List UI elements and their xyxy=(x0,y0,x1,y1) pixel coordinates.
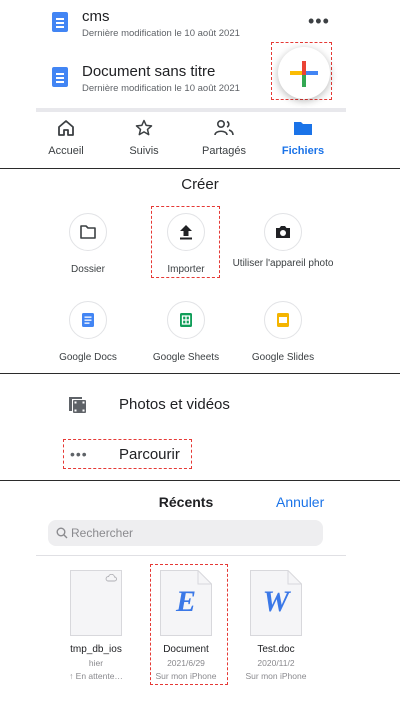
file-date: 2020/11/2 xyxy=(257,658,295,668)
option-label: Dossier xyxy=(71,264,105,275)
google-doc-icon xyxy=(52,67,68,87)
option-label: Google Sheets xyxy=(152,352,220,363)
google-doc-icon xyxy=(52,12,68,32)
search-separator xyxy=(36,555,346,556)
file-name: Document xyxy=(163,644,209,655)
folder-outline-icon xyxy=(80,225,96,239)
option-circle xyxy=(264,301,302,339)
option-circle xyxy=(69,213,107,251)
panel-divider xyxy=(0,373,400,374)
option-label: Google Docs xyxy=(59,352,117,363)
file-location: Sur mon iPhone xyxy=(155,671,217,681)
option-circle xyxy=(167,213,205,251)
file-title: Document sans titre xyxy=(82,63,216,80)
star-icon xyxy=(135,119,153,136)
file-location: ↑ En attente… xyxy=(69,671,123,681)
people-icon xyxy=(214,119,234,136)
search-input[interactable]: Rechercher xyxy=(48,520,323,546)
option-circle xyxy=(264,213,302,251)
nav-suivis[interactable]: Suivis xyxy=(109,119,179,157)
option-circle xyxy=(69,301,107,339)
search-icon xyxy=(56,527,68,539)
browse-label: Parcourir xyxy=(119,446,180,463)
nav-label: Suivis xyxy=(129,145,159,157)
new-button[interactable] xyxy=(278,47,330,99)
plus-multicolor-icon xyxy=(290,61,318,87)
option-circle xyxy=(167,301,205,339)
nav-label: Accueil xyxy=(48,145,84,157)
google-docs-icon xyxy=(82,313,94,327)
create-sheet-title: Créer xyxy=(181,176,219,193)
google-slides-icon xyxy=(277,313,289,327)
camera-icon xyxy=(276,226,290,238)
nav-partages[interactable]: Partagés xyxy=(189,119,259,157)
file-date: 2021/6/29 xyxy=(167,658,205,668)
file-name: Test.doc xyxy=(257,644,295,655)
cancel-button[interactable]: Annuler xyxy=(276,494,324,510)
photos-icon xyxy=(69,397,86,413)
panel-divider xyxy=(0,480,400,481)
search-placeholder: Rechercher xyxy=(71,526,134,540)
nav-accueil[interactable]: Accueil xyxy=(31,119,101,157)
folder-icon xyxy=(294,122,312,135)
file-thumbnail xyxy=(70,570,122,636)
option-label: Utiliser l'appareil photo xyxy=(232,258,334,269)
pages-doc-icon: E xyxy=(175,585,196,618)
panel-divider xyxy=(0,168,400,169)
file-title: cms xyxy=(82,8,110,25)
cloud-icon xyxy=(105,574,117,582)
file-subtitle: Dernière modification le 10 août 2021 xyxy=(82,28,240,39)
file-date: hier xyxy=(88,658,104,668)
file-subtitle: Dernière modification le 10 août 2021 xyxy=(82,83,240,94)
file-name: tmp_db_ios xyxy=(70,644,122,655)
nav-label: Partagés xyxy=(201,145,247,157)
more-options-icon[interactable]: ••• xyxy=(308,12,330,30)
file-location: Sur mon iPhone xyxy=(245,671,307,681)
photos-videos-label: Photos et vidéos xyxy=(119,396,230,413)
browse-dots-icon: ••• xyxy=(70,446,88,462)
nav-label: Fichiers xyxy=(281,145,325,157)
option-label: Google Slides xyxy=(251,352,315,363)
option-label: Importer xyxy=(167,264,205,275)
list-bottom-edge xyxy=(36,108,346,112)
word-doc-icon: W xyxy=(262,585,290,618)
nav-fichiers[interactable]: Fichiers xyxy=(268,119,338,157)
home-icon xyxy=(58,120,74,136)
google-sheets-icon xyxy=(180,313,192,327)
upload-icon xyxy=(180,225,192,240)
